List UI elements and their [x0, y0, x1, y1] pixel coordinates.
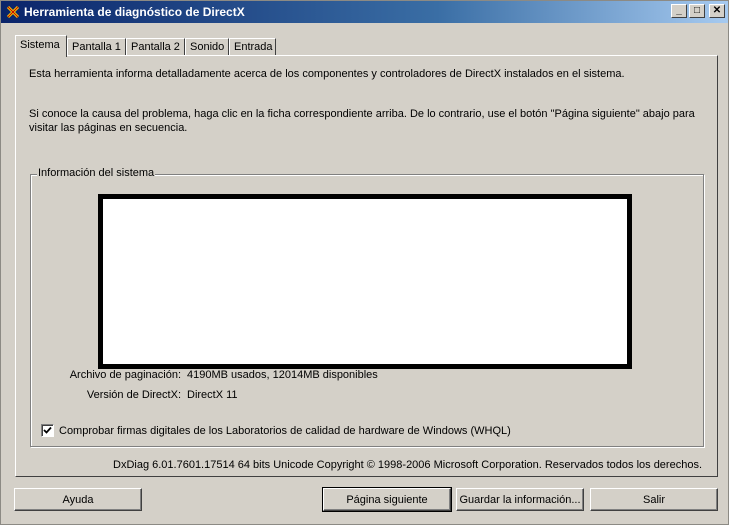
tab-label: Entrada	[234, 41, 273, 53]
paging-label: Archivo de paginación:	[69, 369, 181, 381]
paging-value: 4190MB usados, 12014MB disponibles	[187, 369, 378, 381]
window-title: Herramienta de diagnóstico de DirectX	[24, 5, 245, 19]
save-info-button[interactable]: Guardar la información...	[456, 488, 584, 511]
tab-label: Pantalla 2	[131, 41, 180, 53]
close-button[interactable]: ✕	[709, 4, 725, 18]
minimize-icon: _	[676, 5, 682, 16]
exit-button[interactable]: Salir	[590, 488, 718, 511]
directx-value: DirectX 11	[187, 389, 238, 401]
tab-pantalla-1[interactable]: Pantalla 1	[67, 38, 126, 56]
checkmark-icon	[43, 426, 52, 434]
help-button-label: Ayuda	[62, 493, 94, 506]
system-info-area	[98, 194, 632, 369]
directx-label: Versión de DirectX:	[86, 389, 181, 401]
tab-label: Sonido	[190, 41, 225, 53]
intro-text: Esta herramienta informa detalladamente …	[29, 68, 625, 80]
whql-checkbox-label: Comprobar firmas digitales de los Labora…	[59, 424, 511, 437]
dxdiag-window: Herramienta de diagnóstico de DirectX _ …	[0, 0, 729, 525]
maximize-button[interactable]: □	[689, 4, 705, 18]
tab-sonido[interactable]: Sonido	[185, 38, 229, 56]
help-button[interactable]: Ayuda	[14, 488, 142, 511]
tab-sistema[interactable]: Sistema	[15, 35, 67, 57]
instructions-text: Si conoce la causa del problema, haga cl…	[29, 108, 695, 134]
next-page-button[interactable]: Página siguiente	[322, 487, 452, 512]
tab-label: Pantalla 1	[72, 41, 121, 53]
tab-pantalla-2[interactable]: Pantalla 2	[126, 38, 185, 56]
tab-panel-sistema: Esta herramienta informa detalladamente …	[15, 55, 718, 477]
whql-checkbox[interactable]	[41, 424, 54, 437]
maximize-icon: □	[693, 5, 701, 16]
save-info-button-label: Guardar la información...	[459, 493, 581, 506]
close-icon: ✕	[712, 5, 722, 16]
paging-row: Archivo de paginación: 4190MB usados, 120…	[31, 369, 378, 381]
system-info-group: Información del sistema Archivo de pagin…	[30, 167, 704, 447]
minimize-button[interactable]: _	[671, 4, 687, 18]
tab-entrada[interactable]: Entrada	[229, 38, 276, 56]
directx-row: Versión de DirectX: DirectX 11	[31, 389, 238, 401]
tab-label: Sistema	[20, 39, 60, 51]
directx-app-icon	[5, 4, 21, 20]
group-title: Información del sistema	[37, 167, 156, 179]
title-bar[interactable]: Herramienta de diagnóstico de DirectX _ …	[1, 1, 728, 23]
whql-checkbox-row[interactable]: Comprobar firmas digitales de los Labora…	[41, 424, 511, 437]
next-page-button-label: Página siguiente	[346, 493, 428, 506]
exit-button-label: Salir	[642, 493, 665, 506]
version-footer: DxDiag 6.01.7601.17514 64 bits Unicode C…	[113, 459, 702, 471]
